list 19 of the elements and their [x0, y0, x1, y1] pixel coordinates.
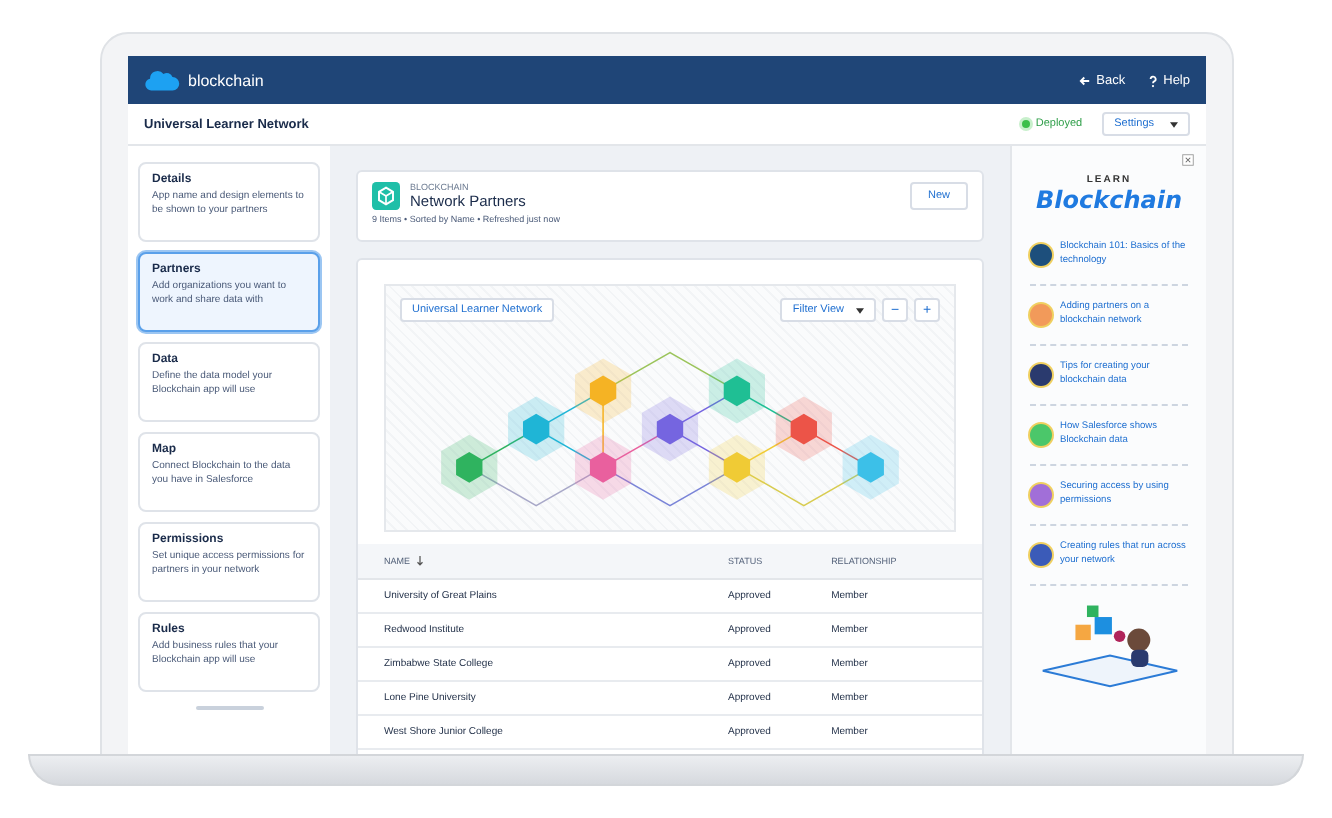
- cloud-logo-icon: [144, 68, 180, 92]
- cube-app-icon: [372, 182, 400, 210]
- cube-node[interactable]: [857, 452, 884, 483]
- close-icon[interactable]: [1182, 154, 1194, 166]
- help-icon: [1145, 73, 1160, 87]
- cube-node[interactable]: [723, 452, 751, 483]
- app-name: blockchain: [188, 71, 264, 89]
- cube-node[interactable]: [723, 375, 751, 407]
- caret-down-icon: [1170, 121, 1178, 127]
- cube-node[interactable]: [656, 413, 684, 445]
- sort-down-icon: [416, 556, 425, 567]
- cube-node[interactable]: [589, 452, 617, 483]
- learn-title: Blockchain: [1033, 186, 1184, 214]
- cube-node[interactable]: [456, 452, 483, 483]
- caret-down-icon: [856, 307, 864, 313]
- cube-node[interactable]: [523, 413, 550, 445]
- cube-node[interactable]: [589, 375, 617, 407]
- cube-node[interactable]: [790, 413, 817, 445]
- back-arrow-icon: [1078, 73, 1093, 87]
